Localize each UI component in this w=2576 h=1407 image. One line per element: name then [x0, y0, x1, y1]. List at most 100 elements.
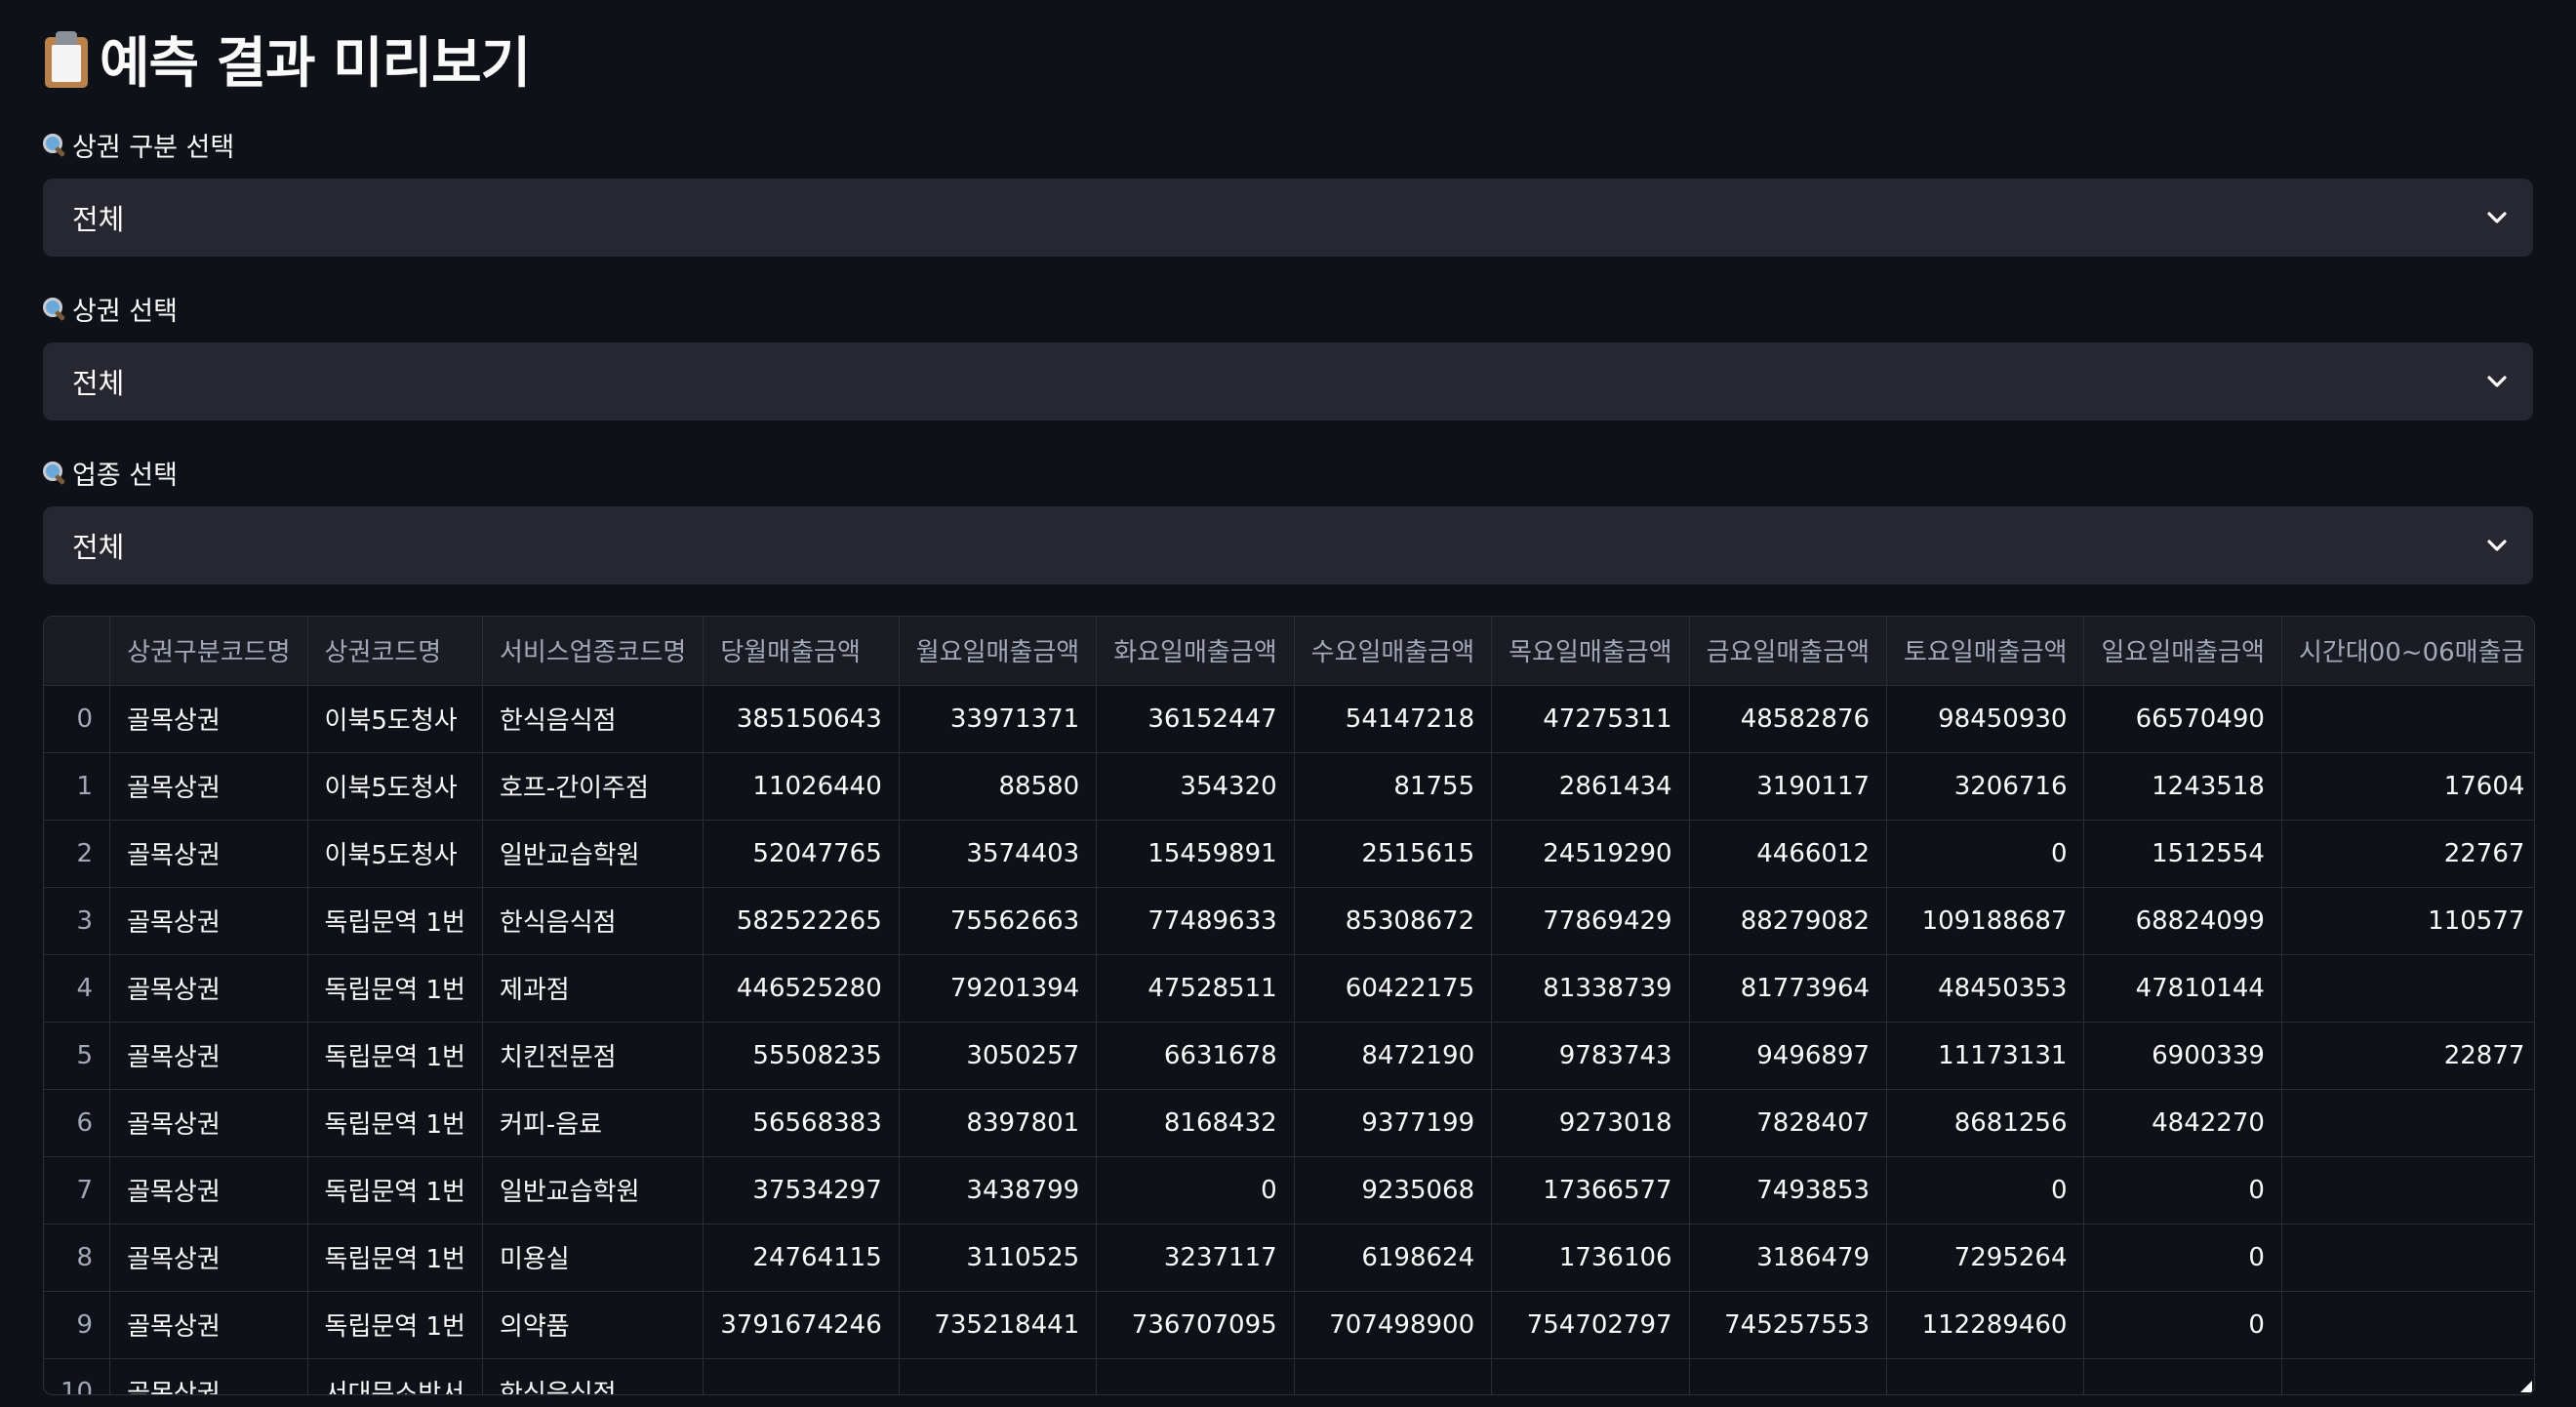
table-cell[interactable]: 6631678: [1096, 1022, 1295, 1090]
table-cell[interactable]: 한식음식점: [482, 685, 704, 753]
table-cell[interactable]: 커피-음료: [482, 1089, 704, 1157]
industry-select[interactable]: 전체: [43, 506, 2533, 584]
table-cell[interactable]: 3050257: [899, 1022, 1098, 1090]
table-cell[interactable]: 47275311: [1491, 685, 1690, 753]
table-cell[interactable]: 24519290: [1491, 820, 1690, 888]
table-cell[interactable]: 8397801: [899, 1089, 1098, 1157]
table-cell[interactable]: 4842270: [2083, 1089, 2282, 1157]
row-index-cell[interactable]: 9: [44, 1291, 111, 1359]
table-cell[interactable]: 8168432: [1096, 1089, 1295, 1157]
table-cell[interactable]: 한식음식점: [482, 887, 704, 955]
table-cell[interactable]: 48450353: [1886, 954, 2085, 1023]
table-cell[interactable]: 754702797: [1491, 1291, 1690, 1359]
table-row[interactable]: 1 골목상권 이북5도청사 호프-간이주점 11026440 88580 354320 817…: [44, 752, 2534, 821]
column-header[interactable]: 토요일매출금액: [1886, 617, 2085, 686]
table-cell[interactable]: 1512554: [2083, 820, 2282, 888]
table-cell[interactable]: 골목상권: [109, 685, 308, 753]
table-cell[interactable]: 독립문역 1번: [307, 887, 483, 955]
table-row[interactable]: 0 골목상권 이북5도청사 한식음식점 385150643 33971371 3615244…: [44, 685, 2534, 753]
table-cell[interactable]: [2281, 1156, 2534, 1225]
table-cell[interactable]: [1491, 1358, 1690, 1394]
table-cell[interactable]: 골목상권: [109, 820, 308, 888]
table-cell[interactable]: 446525280: [703, 954, 900, 1023]
table-cell[interactable]: 707498900: [1294, 1291, 1493, 1359]
table-cell[interactable]: 88279082: [1689, 887, 1888, 955]
table-cell[interactable]: 8472190: [1294, 1022, 1493, 1090]
table-cell[interactable]: [1886, 1358, 2085, 1394]
table-cell[interactable]: 서대문소방서: [307, 1358, 483, 1394]
table-cell[interactable]: 제과점: [482, 954, 704, 1023]
row-index-cell[interactable]: 8: [44, 1224, 111, 1292]
row-index-cell[interactable]: 10: [44, 1358, 111, 1394]
table-cell[interactable]: [1294, 1358, 1493, 1394]
table-cell[interactable]: [2281, 1224, 2534, 1292]
table-cell[interactable]: 0: [1886, 820, 2085, 888]
table-cell[interactable]: 47810144: [2083, 954, 2282, 1023]
row-index-cell[interactable]: 3: [44, 887, 111, 955]
column-header[interactable]: 금요일매출금액: [1689, 617, 1888, 686]
column-header[interactable]: 시간대00~06매출금: [2281, 617, 2534, 686]
table-cell[interactable]: 골목상권: [109, 1022, 308, 1090]
row-index-cell[interactable]: 0: [44, 685, 111, 753]
table-cell[interactable]: 81755: [1294, 752, 1493, 821]
table-cell[interactable]: 독립문역 1번: [307, 1022, 483, 1090]
table-row[interactable]: 3 골목상권 독립문역 1번 한식음식점 582522265 75562663 774896…: [44, 887, 2534, 955]
table-cell[interactable]: 22877: [2281, 1022, 2534, 1090]
table-row[interactable]: 5 골목상권 독립문역 1번 치킨전문점 55508235 3050257 6631678 8…: [44, 1022, 2534, 1090]
area-select[interactable]: 전체: [43, 342, 2533, 421]
table-cell[interactable]: 독립문역 1번: [307, 1224, 483, 1292]
table-cell[interactable]: 36152447: [1096, 685, 1295, 753]
table-cell[interactable]: 골목상권: [109, 752, 308, 821]
table-cell[interactable]: [899, 1358, 1098, 1394]
table-cell[interactable]: 0: [1096, 1156, 1295, 1225]
table-cell[interactable]: 골목상권: [109, 954, 308, 1023]
table-cell[interactable]: 37534297: [703, 1156, 900, 1225]
table-cell[interactable]: 11026440: [703, 752, 900, 821]
table-cell[interactable]: 7493853: [1689, 1156, 1888, 1225]
table-cell[interactable]: 48582876: [1689, 685, 1888, 753]
table-cell[interactable]: 0: [1886, 1156, 2085, 1225]
table-cell[interactable]: 736707095: [1096, 1291, 1295, 1359]
table-cell[interactable]: 3438799: [899, 1156, 1098, 1225]
table-cell[interactable]: 79201394: [899, 954, 1098, 1023]
table-cell[interactable]: 85308672: [1294, 887, 1493, 955]
table-cell[interactable]: 의약품: [482, 1291, 704, 1359]
area-type-select[interactable]: 전체: [43, 179, 2533, 257]
table-cell[interactable]: 9235068: [1294, 1156, 1493, 1225]
column-header[interactable]: 목요일매출금액: [1491, 617, 1690, 686]
table-cell[interactable]: 98450930: [1886, 685, 2085, 753]
row-index-cell[interactable]: 6: [44, 1089, 111, 1157]
table-cell[interactable]: [2281, 954, 2534, 1023]
table-cell[interactable]: 385150643: [703, 685, 900, 753]
row-index-cell[interactable]: 5: [44, 1022, 111, 1090]
table-cell[interactable]: 24764115: [703, 1224, 900, 1292]
table-cell[interactable]: 9783743: [1491, 1022, 1690, 1090]
table-cell[interactable]: 68824099: [2083, 887, 2282, 955]
table-cell[interactable]: 2861434: [1491, 752, 1690, 821]
table-cell[interactable]: [1096, 1358, 1295, 1394]
table-cell[interactable]: [2281, 1089, 2534, 1157]
table-row[interactable]: 2 골목상권 이북5도청사 일반교습학원 52047765 3574403 15459891…: [44, 820, 2534, 888]
table-cell[interactable]: 미용실: [482, 1224, 704, 1292]
table-cell[interactable]: 22767: [2281, 820, 2534, 888]
column-header[interactable]: 서비스업종코드명: [482, 617, 704, 686]
row-index-cell[interactable]: 2: [44, 820, 111, 888]
table-cell[interactable]: 52047765: [703, 820, 900, 888]
table-cell[interactable]: 354320: [1096, 752, 1295, 821]
table-cell[interactable]: 75562663: [899, 887, 1098, 955]
table-cell[interactable]: [1689, 1358, 1888, 1394]
table-cell[interactable]: 112289460: [1886, 1291, 2085, 1359]
table-cell[interactable]: [2281, 1291, 2534, 1359]
table-cell[interactable]: 60422175: [1294, 954, 1493, 1023]
table-cell[interactable]: 1736106: [1491, 1224, 1690, 1292]
table-cell[interactable]: 0: [2083, 1291, 2282, 1359]
table-cell[interactable]: 골목상권: [109, 1089, 308, 1157]
table-row[interactable]: 9 골목상권 독립문역 1번 의약품 3791674246 735218441 736707…: [44, 1291, 2534, 1359]
table-cell[interactable]: 한식음식점: [482, 1358, 704, 1394]
table-cell[interactable]: 이북5도청사: [307, 685, 483, 753]
table-cell[interactable]: 치킨전문점: [482, 1022, 704, 1090]
table-cell[interactable]: 골목상권: [109, 1358, 308, 1394]
column-header[interactable]: 일요일매출금액: [2083, 617, 2282, 686]
resize-handle-icon[interactable]: [2520, 1381, 2532, 1392]
table-cell[interactable]: 88580: [899, 752, 1098, 821]
